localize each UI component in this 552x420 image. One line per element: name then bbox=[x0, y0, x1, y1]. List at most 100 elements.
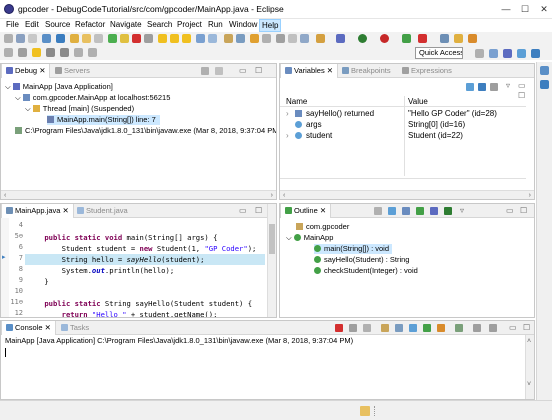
hide-local-types-icon[interactable] bbox=[444, 207, 452, 215]
navigate-icon[interactable] bbox=[88, 48, 97, 57]
debug-perspective-icon[interactable] bbox=[503, 49, 512, 58]
maximize-view-icon[interactable]: ☐ bbox=[520, 206, 527, 215]
tree-row-process[interactable]: C:\Program Files\Java\jdk1.8.0_131\bin\j… bbox=[15, 126, 276, 136]
show-stderr-icon[interactable] bbox=[437, 324, 445, 332]
perspective-open-icon[interactable] bbox=[475, 49, 484, 58]
new-package-icon[interactable] bbox=[418, 34, 427, 43]
open-folder-icon[interactable] bbox=[454, 34, 463, 43]
expand-icon[interactable]: › bbox=[286, 131, 289, 140]
maximize-view-icon[interactable]: ☐ bbox=[255, 206, 262, 215]
detail-pane-divider[interactable] bbox=[280, 178, 526, 179]
pencil-icon[interactable] bbox=[468, 34, 477, 43]
hide-nonpublic-icon[interactable] bbox=[430, 207, 438, 215]
scroll-left-icon[interactable]: ‹ bbox=[4, 191, 6, 199]
menu-edit[interactable]: Edit bbox=[23, 20, 41, 29]
collapse-all-icon[interactable] bbox=[374, 207, 382, 215]
console-vscrollbar[interactable]: ˄ ˅ bbox=[525, 335, 534, 399]
back-icon[interactable] bbox=[46, 48, 55, 57]
expand-icon[interactable]: › bbox=[286, 109, 289, 118]
menu-project[interactable]: Project bbox=[175, 20, 204, 29]
suspend-icon[interactable] bbox=[82, 34, 91, 43]
step-over-icon[interactable] bbox=[170, 34, 179, 43]
tab-debug[interactable]: Debug ✕ bbox=[1, 64, 51, 78]
pin-console-icon[interactable] bbox=[455, 324, 463, 332]
disconnect-icon[interactable] bbox=[94, 34, 103, 43]
tab-servers[interactable]: Servers bbox=[51, 64, 94, 78]
minimized-view-icon-2[interactable] bbox=[540, 80, 549, 89]
minimized-view-icon[interactable] bbox=[540, 66, 549, 75]
view-menu-icon[interactable] bbox=[215, 67, 223, 75]
outline-method[interactable]: main(String[]) : void bbox=[314, 244, 393, 254]
scroll-left-icon[interactable]: ‹ bbox=[283, 191, 285, 199]
variable-row[interactable]: args String[0] (id=16) bbox=[280, 119, 526, 130]
tab-variables[interactable]: Variables ✕ bbox=[280, 64, 339, 78]
lightbulb-icon[interactable] bbox=[360, 406, 370, 416]
annotation-icon[interactable] bbox=[262, 34, 271, 43]
disconnect-debug-icon[interactable] bbox=[144, 34, 153, 43]
new-icon[interactable] bbox=[4, 34, 13, 43]
debug-hscrollbar[interactable]: ‹ › bbox=[1, 190, 276, 199]
sort-icon[interactable] bbox=[388, 207, 396, 215]
previous-annotation-icon[interactable] bbox=[18, 48, 27, 57]
hide-static-icon[interactable] bbox=[416, 207, 424, 215]
view-menu-icon[interactable]: ▿ bbox=[506, 81, 510, 90]
save-all-icon[interactable] bbox=[28, 34, 37, 43]
last-edit-location-icon[interactable] bbox=[32, 48, 41, 57]
code-line[interactable]: public static void main(String[] args) { bbox=[27, 232, 217, 243]
new-java-project-icon[interactable] bbox=[402, 34, 411, 43]
step-into-icon[interactable] bbox=[158, 34, 167, 43]
code-line[interactable]: Student student = new Student(1, "GP Cod… bbox=[27, 243, 257, 254]
scroll-right-icon[interactable]: › bbox=[271, 191, 273, 199]
collapse-icon[interactable]: ⌵ bbox=[15, 93, 21, 102]
outline-method[interactable]: sayHello(Student) : String bbox=[314, 255, 409, 265]
tree-row-launch[interactable]: ⌵ MainApp [Java Application] bbox=[5, 82, 113, 92]
resource-perspective-icon[interactable] bbox=[517, 49, 526, 58]
use-step-filters-icon[interactable] bbox=[208, 34, 217, 43]
scroll-thumb[interactable] bbox=[269, 224, 275, 254]
clear-console-icon[interactable] bbox=[381, 324, 389, 332]
word-wrap-icon[interactable] bbox=[409, 324, 417, 332]
tree-row-target[interactable]: ⌵ com.gpcoder.MainApp at localhost:56215 bbox=[15, 93, 170, 103]
tab-tasks[interactable]: Tasks bbox=[57, 321, 93, 335]
tab-expressions[interactable]: Expressions bbox=[398, 64, 456, 78]
menu-source[interactable]: Source bbox=[43, 20, 72, 29]
outline-class[interactable]: ⌵ MainApp bbox=[286, 233, 333, 243]
tab-console[interactable]: Console ✕ bbox=[1, 321, 56, 335]
open-task-icon[interactable] bbox=[236, 34, 245, 43]
col-value-header[interactable]: Value bbox=[408, 97, 428, 106]
menu-run[interactable]: Run bbox=[206, 20, 225, 29]
tab-mainapp-java[interactable]: MainApp.java ✕ bbox=[1, 204, 74, 218]
terminate-icon[interactable] bbox=[335, 324, 343, 332]
debug-icon[interactable] bbox=[336, 34, 345, 43]
minimize-view-icon[interactable]: ▭ bbox=[518, 81, 526, 90]
block-selection-icon[interactable] bbox=[288, 34, 297, 43]
menu-file[interactable]: File bbox=[4, 20, 21, 29]
code-line[interactable]: public static String sayHello(Student st… bbox=[27, 298, 252, 309]
collapse-icon[interactable]: ⌵ bbox=[25, 104, 31, 113]
show-whitespace-icon[interactable] bbox=[300, 34, 309, 43]
outline-package[interactable]: com.gpcoder bbox=[296, 222, 349, 232]
terminate-icon[interactable] bbox=[132, 34, 141, 43]
display-console-icon[interactable] bbox=[473, 324, 481, 332]
next-annotation-icon[interactable] bbox=[4, 48, 13, 57]
pause-icon[interactable] bbox=[120, 34, 129, 43]
maximize-view-icon[interactable]: ☐ bbox=[523, 323, 530, 332]
minimize-view-icon[interactable]: ▭ bbox=[239, 66, 247, 75]
code-line-current[interactable]: String hello = sayHello(student); bbox=[27, 254, 205, 265]
skip-breakpoints-icon[interactable] bbox=[56, 34, 65, 43]
variable-row[interactable]: › student Student (id=22) bbox=[280, 130, 526, 141]
run-icon[interactable] bbox=[358, 34, 367, 43]
resume-run-icon[interactable] bbox=[108, 34, 117, 43]
scroll-down-icon[interactable]: ˅ bbox=[527, 380, 531, 389]
view-menu-icon[interactable]: ▿ bbox=[460, 206, 464, 215]
menu-search[interactable]: Search bbox=[145, 20, 174, 29]
code-line[interactable]: } bbox=[27, 276, 48, 287]
code-line[interactable]: System.out.println(hello); bbox=[27, 265, 175, 276]
menu-navigate[interactable]: Navigate bbox=[108, 20, 144, 29]
hide-fields-icon[interactable] bbox=[402, 207, 410, 215]
collapse-icon[interactable]: ⌵ bbox=[286, 233, 292, 242]
open-type-icon[interactable] bbox=[224, 34, 233, 43]
remove-all-terminated-icon[interactable] bbox=[363, 324, 371, 332]
save-icon[interactable] bbox=[16, 34, 25, 43]
show-stdout-icon[interactable] bbox=[423, 324, 431, 332]
